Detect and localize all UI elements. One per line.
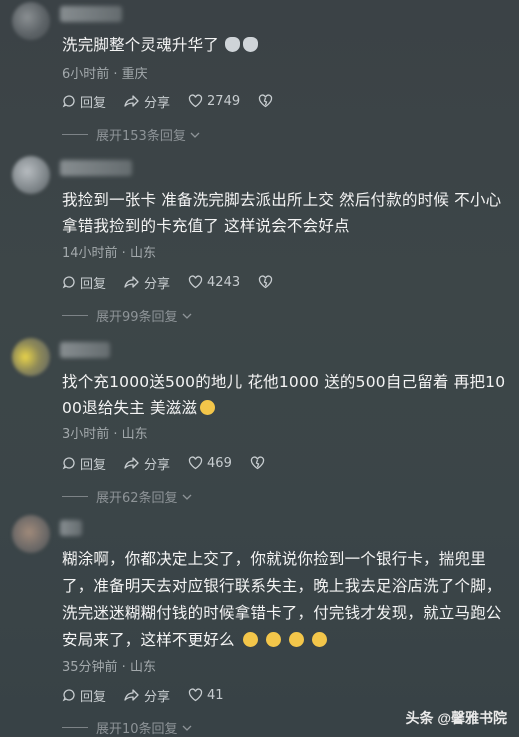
expand-replies[interactable]: 展开99条回复 [62, 306, 192, 325]
chevron-down-icon [182, 725, 192, 731]
share-icon [124, 276, 139, 288]
reply-label: 回复 [80, 689, 107, 705]
share-icon [124, 95, 139, 107]
share-button[interactable]: 分享 [124, 273, 170, 292]
like-button[interactable]: 4243 [188, 275, 240, 290]
share-label: 分享 [144, 276, 171, 292]
comment-meta: 35分钟前 · 山东 [62, 660, 156, 675]
reply-label: 回复 [80, 457, 107, 473]
like-count: 41 [207, 687, 224, 703]
comment-text-content: 洗完脚整个灵魂升华了 [62, 36, 220, 54]
smirk-emoji [311, 632, 327, 647]
expand-replies[interactable]: 展开153条回复 [62, 125, 200, 144]
comment-meta: 3小时前 · 山东 [62, 427, 148, 442]
reply-button[interactable]: 回复 [62, 686, 106, 705]
share-icon [124, 457, 139, 469]
comment-actions: 回复 分享 2749 [62, 91, 295, 111]
heart-icon [188, 688, 203, 702]
smirk-emoji [288, 632, 304, 647]
broken-heart-icon [258, 275, 273, 289]
reply-icon [62, 95, 75, 108]
share-label: 分享 [144, 457, 171, 473]
smirk-emoji [265, 632, 281, 647]
username-blurred[interactable] [60, 520, 82, 536]
comment-actions: 回复 分享 4243 [62, 272, 295, 292]
share-button[interactable]: 分享 [124, 92, 170, 111]
share-label: 分享 [144, 689, 171, 705]
avatar[interactable] [12, 515, 50, 553]
divider-line [62, 134, 88, 135]
divider-line [62, 496, 88, 497]
share-button[interactable]: 分享 [124, 454, 170, 473]
like-button[interactable]: 41 [188, 688, 224, 703]
divider-line [62, 727, 88, 728]
comment-text: 糊涂啊，你都决定上交了，你就说你捡到一个银行卡，揣兜里了，准备明天去对应银行联系… [62, 546, 507, 654]
broken-heart-icon [250, 456, 265, 470]
share-icon [124, 689, 139, 701]
reply-icon [62, 457, 75, 470]
expand-replies-label: 展开153条回复 [96, 129, 186, 144]
username-blurred[interactable] [60, 342, 110, 358]
comment-text: 我捡到一张卡 准备洗完脚去派出所上交 然后付款的时候 不小心拿错我捡到的卡充值了… [62, 191, 502, 235]
avatar[interactable] [12, 2, 50, 40]
reply-button[interactable]: 回复 [62, 454, 106, 473]
chevron-down-icon [182, 494, 192, 500]
like-count: 469 [207, 455, 232, 471]
expand-replies-label: 展开10条回复 [96, 722, 178, 737]
comment-meta: 14小时前 · 山东 [62, 246, 156, 261]
reply-button[interactable]: 回复 [62, 273, 106, 292]
reply-icon [62, 276, 75, 289]
expand-replies[interactable]: 展开62条回复 [62, 487, 192, 506]
dislike-button[interactable] [258, 275, 277, 289]
comment-text: 洗完脚整个灵魂升华了 [62, 32, 507, 58]
heart-icon [188, 275, 203, 289]
like-button[interactable]: 469 [188, 456, 232, 471]
share-label: 分享 [144, 95, 171, 111]
cat-face-emoji [243, 37, 259, 52]
dislike-button[interactable] [250, 456, 269, 470]
reply-icon [62, 689, 75, 702]
comment-text: 找个充1000送500的地儿 花他1000 送的500自己留着 再把1000退给… [62, 369, 507, 421]
broken-heart-icon [258, 94, 273, 108]
comment-text-content: 糊涂啊，你都决定上交了，你就说你捡到一个银行卡，揣兜里了，准备明天去对应银行联系… [62, 550, 502, 649]
chevron-down-icon [190, 132, 200, 138]
expand-replies-label: 展开62条回复 [96, 491, 178, 506]
chevron-down-icon [182, 313, 192, 319]
dislike-button[interactable] [258, 94, 277, 108]
expand-replies[interactable]: 展开10条回复 [62, 718, 192, 737]
divider-line [62, 315, 88, 316]
avatar[interactable] [12, 156, 50, 194]
cat-face-emoji [225, 37, 241, 52]
comment-actions: 回复 分享 41 [62, 685, 242, 705]
reply-button[interactable]: 回复 [62, 92, 106, 111]
smirk-emoji [242, 632, 258, 647]
username-blurred[interactable] [60, 160, 132, 176]
reply-label: 回复 [80, 95, 107, 111]
grin-emoji [200, 400, 216, 415]
username-blurred[interactable] [60, 6, 122, 22]
like-count: 4243 [207, 274, 241, 290]
reply-label: 回复 [80, 276, 107, 292]
expand-replies-label: 展开99条回复 [96, 310, 178, 325]
watermark: 头条 @馨雅书院 [405, 710, 507, 726]
like-count: 2749 [207, 93, 241, 109]
heart-icon [188, 456, 203, 470]
heart-icon [188, 94, 203, 108]
comment-meta: 6小时前 · 重庆 [62, 67, 148, 82]
like-button[interactable]: 2749 [188, 94, 240, 109]
avatar[interactable] [12, 338, 50, 376]
comment-text-content: 找个充1000送500的地儿 花他1000 送的500自己留着 再把1000退给… [62, 373, 506, 417]
share-button[interactable]: 分享 [124, 686, 170, 705]
comment-actions: 回复 分享 469 [62, 453, 287, 473]
